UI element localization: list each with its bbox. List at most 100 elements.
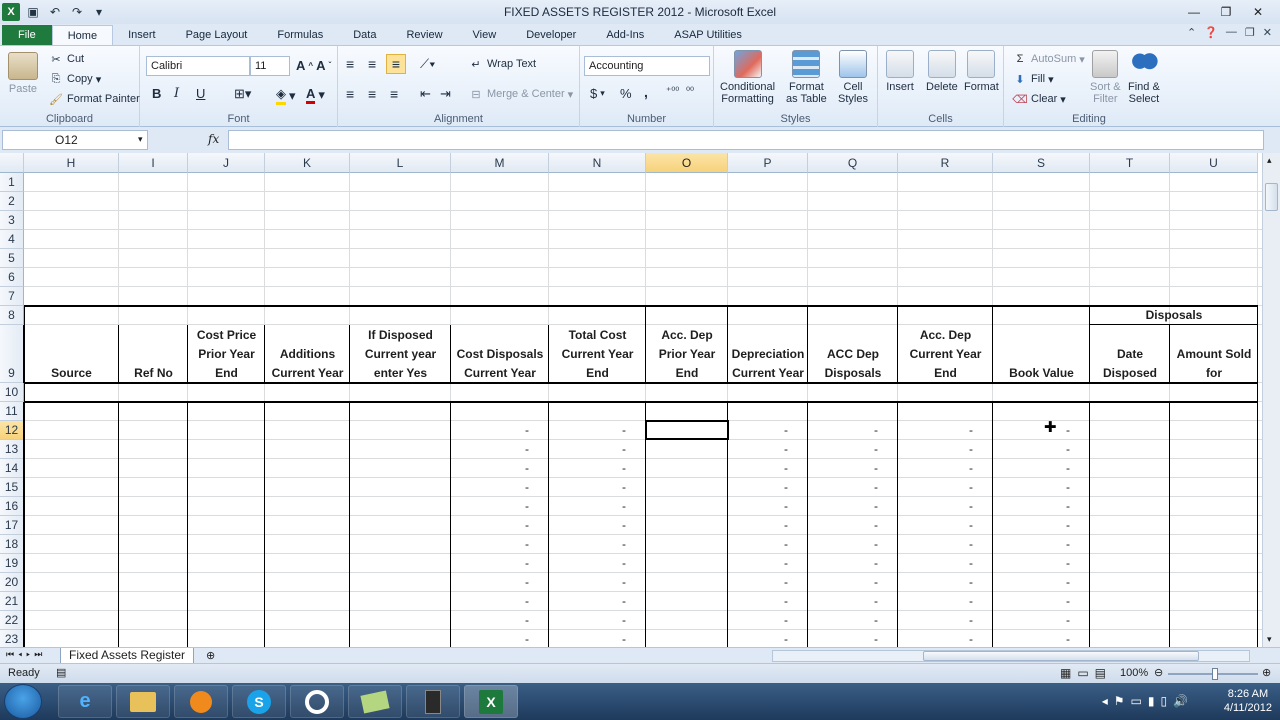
row-header-2[interactable]: 2 bbox=[0, 192, 24, 211]
cell-p23[interactable]: - bbox=[728, 632, 788, 646]
cell-q19[interactable]: - bbox=[808, 556, 878, 570]
row-header-10[interactable]: 10 bbox=[0, 383, 24, 402]
tab-review[interactable]: Review bbox=[391, 25, 457, 45]
italic-button[interactable]: I bbox=[174, 86, 179, 101]
cell-r22[interactable]: - bbox=[898, 613, 973, 627]
cell-r12[interactable]: - bbox=[898, 423, 973, 437]
grow-font-icon[interactable]: A ^ Aˇ bbox=[296, 58, 331, 73]
cell-n19[interactable]: - bbox=[549, 556, 626, 570]
column-header-s[interactable]: S bbox=[993, 153, 1090, 173]
cell-r16[interactable]: - bbox=[898, 499, 973, 513]
cell-s14[interactable]: - bbox=[993, 461, 1070, 475]
zoom-in-icon[interactable]: ⊕ bbox=[1262, 666, 1271, 679]
cell-p15[interactable]: - bbox=[728, 480, 788, 494]
tab-add-ins[interactable]: Add-Ins bbox=[591, 25, 659, 45]
wb-restore-icon[interactable]: ❐ bbox=[1245, 26, 1255, 39]
cell-m14[interactable]: - bbox=[451, 461, 529, 475]
cell-p17[interactable]: - bbox=[728, 518, 788, 532]
borders-icon[interactable]: ⊞▾ bbox=[234, 86, 251, 102]
horizontal-scrollbar[interactable] bbox=[772, 650, 1250, 662]
row-header-11[interactable]: 11 bbox=[0, 402, 24, 421]
cell-q14[interactable]: - bbox=[808, 461, 878, 475]
cell-p20[interactable]: - bbox=[728, 575, 788, 589]
cell-s16[interactable]: - bbox=[993, 499, 1070, 513]
row-header-20[interactable]: 20 bbox=[0, 573, 24, 592]
wrap-text-button[interactable]: ↵ Wrap Text bbox=[468, 57, 536, 71]
row-header-23[interactable]: 23 bbox=[0, 630, 24, 647]
delete-cells-button[interactable]: Delete bbox=[926, 50, 958, 93]
cell-r20[interactable]: - bbox=[898, 575, 973, 589]
row-header-3[interactable]: 3 bbox=[0, 211, 24, 230]
cell-p18[interactable]: - bbox=[728, 537, 788, 551]
row-header-19[interactable]: 19 bbox=[0, 554, 24, 573]
cell-q17[interactable]: - bbox=[808, 518, 878, 532]
cell-n17[interactable]: - bbox=[549, 518, 626, 532]
tab-file[interactable]: File bbox=[2, 25, 52, 45]
cell-r18[interactable]: - bbox=[898, 537, 973, 551]
cell-n12[interactable]: - bbox=[549, 423, 626, 437]
cut-button[interactable]: ✂ Cut bbox=[48, 52, 84, 66]
cell-s23[interactable]: - bbox=[993, 632, 1070, 646]
zoom-slider-knob[interactable] bbox=[1212, 668, 1218, 680]
cell-q20[interactable]: - bbox=[808, 575, 878, 589]
name-box-dropdown-icon[interactable]: ▾ bbox=[138, 134, 143, 145]
cell-s15[interactable]: - bbox=[993, 480, 1070, 494]
cell-q23[interactable]: - bbox=[808, 632, 878, 646]
cell-p14[interactable]: - bbox=[728, 461, 788, 475]
column-header-j[interactable]: J bbox=[188, 153, 265, 173]
cell-n18[interactable]: - bbox=[549, 537, 626, 551]
cell-s18[interactable]: - bbox=[993, 537, 1070, 551]
decrease-indent-icon[interactable]: ⇤ bbox=[420, 86, 431, 102]
cell-s17[interactable]: - bbox=[993, 518, 1070, 532]
copy-button[interactable]: ⎘ Copy ▾ bbox=[48, 72, 102, 86]
format-cells-button[interactable]: Format bbox=[964, 50, 999, 93]
media-player-icon[interactable] bbox=[174, 685, 228, 718]
row-header-7[interactable]: 7 bbox=[0, 287, 24, 306]
cell-r17[interactable]: - bbox=[898, 518, 973, 532]
insert-function-icon[interactable]: fx bbox=[208, 132, 219, 146]
cell-n20[interactable]: - bbox=[549, 575, 626, 589]
tab-insert[interactable]: Insert bbox=[113, 25, 171, 45]
cell-s22[interactable]: - bbox=[993, 613, 1070, 627]
cell-n13[interactable]: - bbox=[549, 442, 626, 456]
column-header-o[interactable]: O bbox=[646, 153, 728, 173]
column-header-n[interactable]: N bbox=[549, 153, 646, 173]
autosum-button[interactable]: Σ AutoSum ▾ bbox=[1012, 52, 1085, 66]
active-cell-o12[interactable] bbox=[645, 420, 729, 440]
number-format-select[interactable]: Accounting bbox=[584, 56, 710, 76]
cell-s19[interactable]: - bbox=[993, 556, 1070, 570]
column-header-r[interactable]: R bbox=[898, 153, 993, 173]
align-top-icon[interactable]: ≡ bbox=[346, 56, 354, 72]
clock[interactable]: 8:26 AM 4/11/2012 bbox=[1224, 687, 1272, 715]
currency-button[interactable]: $ ▾ bbox=[590, 86, 605, 101]
row-header-16[interactable]: 16 bbox=[0, 497, 24, 516]
zoom-level[interactable]: 100% bbox=[1120, 667, 1148, 679]
orientation-icon[interactable]: ⟋▾ bbox=[420, 56, 435, 72]
vertical-scrollbar[interactable]: ▴ ▾ bbox=[1262, 153, 1280, 647]
cell-p13[interactable]: - bbox=[728, 442, 788, 456]
cell-p21[interactable]: - bbox=[728, 594, 788, 608]
decrease-decimal-icon[interactable]: ⁰⁰ bbox=[686, 86, 694, 97]
column-header-k[interactable]: K bbox=[265, 153, 350, 173]
comma-button[interactable]: , bbox=[644, 84, 648, 100]
cell-q22[interactable]: - bbox=[808, 613, 878, 627]
cell-r23[interactable]: - bbox=[898, 632, 973, 646]
row-header-14[interactable]: 14 bbox=[0, 459, 24, 478]
align-center-icon[interactable]: ≡ bbox=[368, 86, 376, 102]
cell-p12[interactable]: - bbox=[728, 423, 788, 437]
column-header-q[interactable]: Q bbox=[808, 153, 898, 173]
merge-center-button[interactable]: ⊟ Merge & Center ▾ bbox=[468, 87, 573, 101]
cell-p19[interactable]: - bbox=[728, 556, 788, 570]
row-header-18[interactable]: 18 bbox=[0, 535, 24, 554]
horizontal-scroll-thumb[interactable] bbox=[923, 651, 1199, 661]
cell-m17[interactable]: - bbox=[451, 518, 529, 532]
row-header-4[interactable]: 4 bbox=[0, 230, 24, 249]
row-header-12[interactable]: 12 bbox=[0, 421, 24, 440]
cell-p16[interactable]: - bbox=[728, 499, 788, 513]
insert-worksheet-icon[interactable]: ⊕ bbox=[206, 649, 215, 662]
zoom-out-icon[interactable]: ⊖ bbox=[1154, 666, 1163, 679]
align-bottom-icon[interactable]: ≡ bbox=[386, 54, 406, 74]
cell-n23[interactable]: - bbox=[549, 632, 626, 646]
skype-icon[interactable]: S bbox=[232, 685, 286, 718]
cell-m15[interactable]: - bbox=[451, 480, 529, 494]
